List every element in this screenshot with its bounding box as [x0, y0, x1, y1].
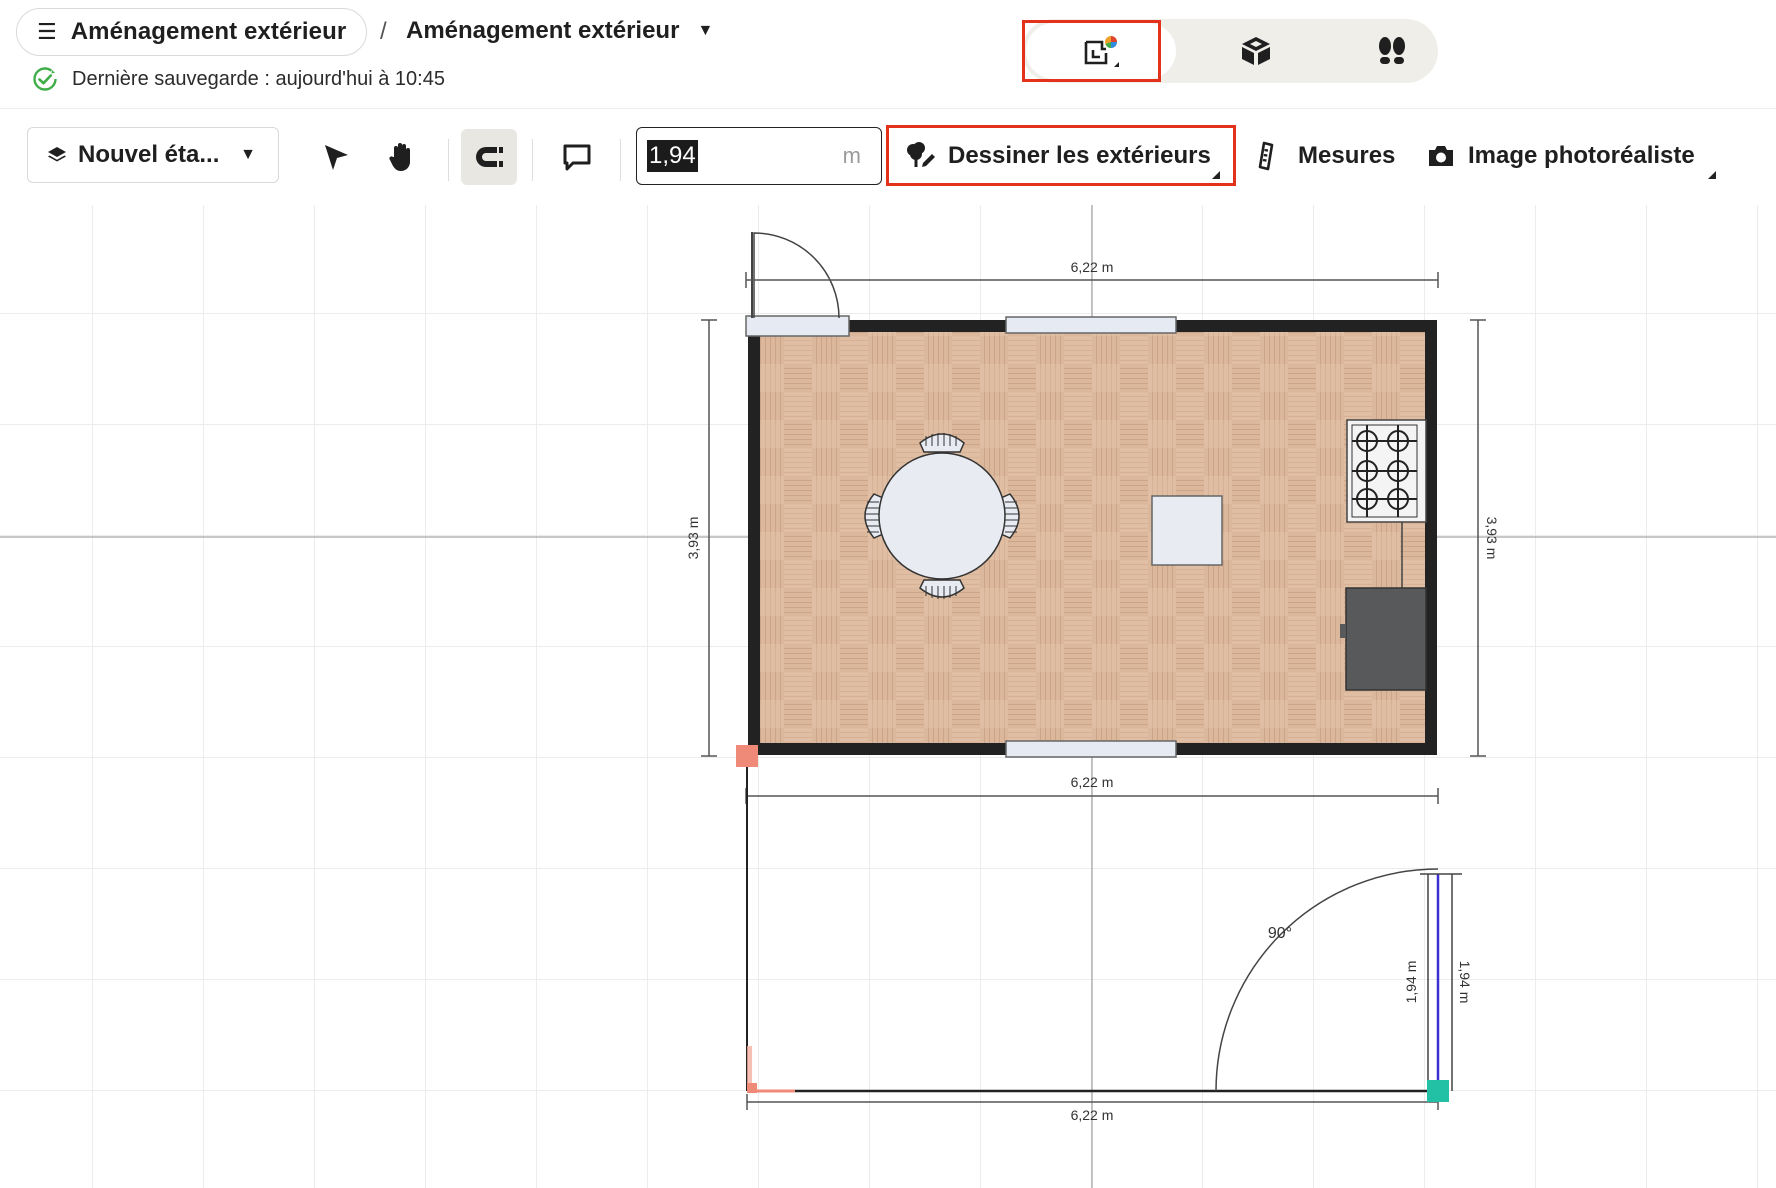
angle-label: 90°	[1268, 925, 1292, 942]
start-handle[interactable]	[736, 745, 758, 767]
dim-room-bottom: 6,22 m	[1071, 774, 1114, 790]
measures-button[interactable]: Mesures	[1254, 127, 1395, 185]
breadcrumb-separator: /	[380, 18, 387, 45]
length-unit: m	[842, 143, 861, 168]
dim-room-top: 6,22 m	[1071, 259, 1114, 275]
comment-tool-button[interactable]	[549, 129, 605, 185]
design-name: Aménagement extérieur	[406, 17, 680, 44]
toolbar-divider	[448, 139, 449, 181]
toolbar-divider	[620, 139, 621, 181]
window-top[interactable]	[1005, 316, 1177, 334]
expand-corner-icon	[1708, 171, 1716, 179]
pan-tool-button[interactable]	[374, 129, 430, 185]
2d-floorplan-icon	[1084, 36, 1119, 67]
draw-exteriors-label: Dessiner les extérieurs	[948, 142, 1211, 169]
tree-pencil-icon	[907, 142, 935, 167]
end-handle[interactable]	[1427, 1080, 1449, 1102]
dim-segment-inner: 1,94 m	[1403, 961, 1419, 1004]
room-floor[interactable]	[760, 332, 1425, 743]
view-walkthrough-button[interactable]	[1328, 19, 1456, 83]
door-swing-arc	[753, 232, 840, 319]
comment-icon	[563, 144, 591, 171]
length-value[interactable]: 1,94	[647, 140, 698, 172]
door-top[interactable]	[745, 315, 850, 337]
chevron-down-icon: ▼	[240, 146, 256, 163]
table-top[interactable]	[878, 452, 1006, 580]
project-menu-button[interactable]: ☰ Aménagement extérieur	[16, 8, 368, 56]
design-selector[interactable]: Aménagement extérieur ▼	[406, 17, 713, 45]
fridge[interactable]	[1340, 587, 1427, 691]
dim-room-left: 3,93 m	[685, 517, 701, 560]
ruler-icon	[1258, 141, 1274, 171]
magnet-snap-icon	[476, 147, 503, 167]
expand-corner-icon	[1212, 171, 1220, 179]
save-status: Dernière sauvegarde : aujourd'hui à 10:4…	[32, 66, 445, 92]
chevron-down-icon: ▼	[697, 22, 714, 39]
square-table[interactable]	[1151, 495, 1223, 566]
pan-hand-icon	[389, 143, 410, 171]
camera-icon	[1429, 146, 1453, 166]
dim-terrace-bottom: 6,22 m	[1071, 1107, 1114, 1123]
view-2d-button[interactable]	[1026, 23, 1176, 79]
level-selector[interactable]: Nouvel éta... ▼	[27, 127, 279, 183]
length-input-field[interactable]: 1,94 m	[636, 127, 882, 185]
3d-cube-icon	[1242, 37, 1270, 65]
draw-exteriors-button[interactable]: Dessiner les extérieurs	[890, 127, 1232, 185]
floorplan-canvas[interactable]: 6,22 m 6,22 m 3,93 m 3,93 m 6,22 m 90° 1…	[0, 205, 1776, 1188]
photoreal-image-button[interactable]: Image photoréaliste	[1426, 127, 1716, 185]
select-tool-button[interactable]	[308, 129, 364, 185]
view-3d-button[interactable]	[1192, 19, 1320, 83]
measures-label: Mesures	[1298, 142, 1396, 169]
saved-check-icon	[33, 67, 57, 91]
save-status-text: Dernière sauvegarde : aujourd'hui à 10:4…	[72, 67, 445, 90]
window-bottom[interactable]	[1005, 740, 1177, 758]
floorplan-drawing[interactable]: 6,22 m 6,22 m 3,93 m 3,93 m 6,22 m 90° 1…	[0, 205, 1776, 1188]
dim-room-right: 3,93 m	[1484, 517, 1500, 560]
photoreal-label: Image photoréaliste	[1468, 142, 1695, 169]
project-name: Aménagement extérieur	[70, 18, 347, 45]
toolbar: Nouvel éta... ▼ 1,94 m Dessiner les exté…	[0, 109, 1776, 206]
hamburger-icon: ☰	[37, 19, 57, 44]
snap-toggle-button[interactable]	[461, 129, 517, 185]
walkthrough-footsteps-icon	[1379, 37, 1405, 64]
toolbar-divider	[532, 139, 533, 181]
dim-segment-outer: 1,94 m	[1457, 961, 1473, 1004]
layers-icon	[48, 147, 66, 162]
view-mode-toggle	[1022, 19, 1438, 83]
level-label: Nouvel éta...	[78, 141, 220, 168]
select-arrow-icon	[325, 145, 348, 170]
top-bar: ☰ Aménagement extérieur / Aménagement ex…	[0, 0, 1776, 109]
terrace-outline[interactable]	[736, 745, 1462, 1110]
